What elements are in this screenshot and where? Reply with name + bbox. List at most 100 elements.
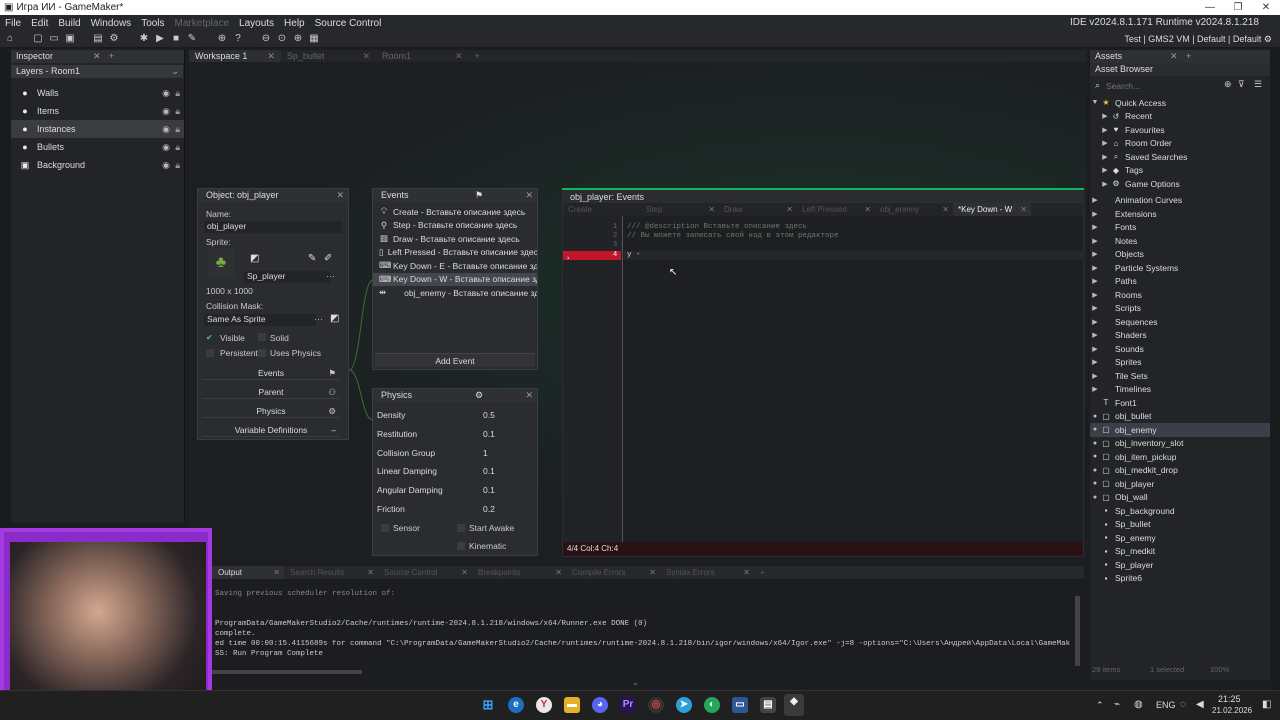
run-icon[interactable]: ▶ bbox=[154, 33, 166, 45]
asset-item-sp_enemy[interactable]: ▪ Sp_enemy bbox=[1090, 531, 1270, 545]
notification-icon[interactable]: ◧ bbox=[1262, 699, 1271, 710]
solid-checkbox[interactable] bbox=[258, 333, 266, 341]
chevron-right-icon[interactable]: ▶ bbox=[1100, 112, 1110, 120]
paint-icon[interactable]: ✐ bbox=[324, 253, 332, 264]
chevron-right-icon[interactable]: ▶ bbox=[1100, 166, 1110, 174]
angular-damping-input[interactable]: 0.1 bbox=[483, 485, 495, 495]
close-button[interactable]: ✕ bbox=[1252, 0, 1280, 15]
collision-mask-select[interactable]: Same As Sprite bbox=[204, 314, 316, 326]
chevron-right-icon[interactable]: ▶ bbox=[1090, 345, 1100, 353]
volume-icon[interactable]: ◀ bbox=[1196, 699, 1204, 710]
asset-group-timelines[interactable]: ▶ Timelines bbox=[1090, 383, 1270, 397]
asset-item-sp_background[interactable]: ▪ Sp_background bbox=[1090, 504, 1270, 518]
zoom-reset-icon[interactable]: ⊙ bbox=[276, 33, 288, 45]
event-collision-obj-enemy[interactable]: ⇹ obj_enemy - Вставьте описание здесь bbox=[373, 286, 537, 300]
quick-game-options[interactable]: ▶ ⚙ Game Options bbox=[1090, 177, 1270, 191]
sensor-checkbox[interactable] bbox=[381, 524, 389, 532]
tab-output[interactable]: Output ✕ bbox=[212, 566, 284, 579]
layer-bullets[interactable]: ● Bullets ◉ 🔒︎ bbox=[11, 138, 184, 156]
more-icon[interactable]: ⋯ bbox=[326, 271, 335, 282]
menu-windows[interactable]: Windows bbox=[86, 18, 137, 29]
asset-group-paths[interactable]: ▶ Paths bbox=[1090, 275, 1270, 289]
app-icon[interactable]: ▭ bbox=[732, 697, 748, 713]
menu-tools[interactable]: Tools bbox=[136, 18, 169, 29]
save-icon[interactable]: ▣ bbox=[64, 33, 76, 45]
chevron-right-icon[interactable]: ▶ bbox=[1090, 196, 1100, 204]
sprite-select[interactable]: Sp_player bbox=[244, 271, 330, 283]
code-tab-left-pressed[interactable]: Left Pressed ✕ bbox=[797, 203, 875, 216]
layer-background[interactable]: ▣ Background ◉ 🔒︎ bbox=[11, 156, 184, 174]
close-icon[interactable]: ✕ bbox=[555, 566, 562, 579]
asset-item-obj_item_pickup[interactable]: ● ▢ obj_item_pickup bbox=[1090, 450, 1270, 464]
events-window-header[interactable]: Events ⚑ ✕ bbox=[373, 189, 537, 202]
object-window-header[interactable]: Object: obj_player ✕ bbox=[198, 189, 348, 202]
chevron-right-icon[interactable]: ▶ bbox=[1090, 210, 1100, 218]
help-icon[interactable]: ? bbox=[232, 33, 244, 45]
close-icon[interactable]: ✕ bbox=[864, 203, 871, 216]
add-tab-icon[interactable]: + bbox=[109, 50, 114, 63]
obs-icon[interactable]: ◎ bbox=[648, 697, 664, 713]
code-line[interactable]: /// @description Вставьте описание здесь bbox=[627, 223, 807, 231]
asset-item-sp_bullet[interactable]: ▪ Sp_bullet bbox=[1090, 518, 1270, 532]
close-icon[interactable]: ✕ bbox=[942, 203, 949, 216]
code-tab-obj-enemy[interactable]: obj_enemy ✕ bbox=[875, 203, 953, 216]
event-draw[interactable]: ▨ Draw - Вставьте описание здесь bbox=[373, 232, 537, 246]
close-icon[interactable]: ✕ bbox=[1020, 203, 1027, 216]
chevron-right-icon[interactable]: ▶ bbox=[1090, 250, 1100, 258]
asset-group-tile-sets[interactable]: ▶ Tile Sets bbox=[1090, 369, 1270, 383]
mask-edit-icon[interactable]: ◩ bbox=[330, 313, 339, 324]
zoom-in-icon[interactable]: ⊕ bbox=[292, 33, 304, 45]
chevron-right-icon[interactable]: ▶ bbox=[1090, 358, 1100, 366]
windows-start-icon[interactable]: ⊞ bbox=[480, 697, 496, 713]
kinematic-checkbox[interactable] bbox=[457, 542, 465, 550]
asset-item-font1[interactable]: T Font1 bbox=[1090, 396, 1270, 410]
layer-instances[interactable]: ● Instances ◉ 🔒︎ bbox=[11, 120, 184, 138]
clean-icon[interactable]: ✎ bbox=[186, 33, 198, 45]
close-icon[interactable]: ✕ bbox=[525, 189, 533, 202]
chevron-right-icon[interactable]: ▶ bbox=[1090, 277, 1100, 285]
asset-item-sp_medkit[interactable]: ▪ Sp_medkit bbox=[1090, 545, 1270, 559]
menu-icon[interactable]: ☰ bbox=[1254, 79, 1262, 90]
zoom-out-icon[interactable]: ⊖ bbox=[260, 33, 272, 45]
tab-source-control[interactable]: Source Control ✕ bbox=[378, 566, 472, 579]
add-event-button[interactable]: Add Event bbox=[375, 353, 535, 367]
tray-app-icon[interactable]: ⌁ bbox=[1114, 699, 1120, 710]
visibility-eye-icon[interactable]: ◉ bbox=[162, 88, 170, 99]
close-icon[interactable]: ✕ bbox=[786, 203, 793, 216]
yandex-browser-icon[interactable]: Y bbox=[536, 697, 552, 713]
linear-damping-input[interactable]: 0.1 bbox=[483, 466, 495, 476]
asset-group-objects[interactable]: ▶ Objects bbox=[1090, 248, 1270, 262]
vertical-scrollbar[interactable] bbox=[1075, 596, 1080, 666]
asset-item-obj_medkit_drop[interactable]: ● ▢ obj_medkit_drop bbox=[1090, 464, 1270, 478]
code-editor-header[interactable]: obj_player: Events bbox=[562, 188, 1084, 202]
asset-item-obj_player[interactable]: ● ▢ obj_player bbox=[1090, 477, 1270, 491]
asset-group-rooms[interactable]: ▶ Rooms bbox=[1090, 288, 1270, 302]
close-icon[interactable]: ✕ bbox=[461, 566, 468, 579]
tab-compile-errors[interactable]: Compile Errors ✕ bbox=[566, 566, 660, 579]
friction-input[interactable]: 0.2 bbox=[483, 504, 495, 514]
filter-icon[interactable]: ⊽ bbox=[1238, 79, 1245, 90]
search-input[interactable] bbox=[1106, 79, 1216, 92]
target-selector[interactable]: Test | GMS2 VM | Default | Default ⚙ bbox=[1124, 34, 1272, 45]
layers-header[interactable]: Layers - Room1 ⌄ bbox=[11, 65, 183, 78]
asset-group-shaders[interactable]: ▶ Shaders bbox=[1090, 329, 1270, 343]
inspector-tab[interactable]: Inspector ✕ + bbox=[11, 50, 184, 63]
event-key-down-e[interactable]: ⌨ Key Down - E - Вставьте описание здесь bbox=[373, 259, 537, 273]
chevron-right-icon[interactable]: ▶ bbox=[1090, 372, 1100, 380]
uses-physics-checkbox[interactable] bbox=[258, 349, 266, 357]
event-key-down-w[interactable]: ⌨Key Down - W - Вставьте описание здесь bbox=[373, 272, 537, 286]
close-icon[interactable]: ✕ bbox=[649, 566, 656, 579]
object-name-input[interactable]: obj_player bbox=[204, 221, 342, 233]
discord-icon[interactable]: ◕ bbox=[592, 697, 608, 713]
parent-button[interactable]: Parent ⚇ bbox=[202, 385, 340, 399]
chevron-right-icon[interactable]: ▶ bbox=[1090, 264, 1100, 272]
asset-item-sprite6[interactable]: ▪ Sprite6 bbox=[1090, 572, 1270, 586]
assets-tab[interactable]: Assets ✕ + bbox=[1090, 50, 1270, 63]
asset-group-fonts[interactable]: ▶ Fonts bbox=[1090, 221, 1270, 235]
sprite-edit-icon[interactable]: ◩ bbox=[250, 253, 259, 264]
chevron-right-icon[interactable]: ▶ bbox=[1090, 331, 1100, 339]
open-project-icon[interactable]: ▭ bbox=[48, 33, 60, 45]
event-step[interactable]: ⚲ Step - Вставьте описание здесь bbox=[373, 219, 537, 233]
app-icon[interactable]: ▤ bbox=[760, 697, 776, 713]
layer-items[interactable]: ● Items ◉ 🔒︎ bbox=[11, 102, 184, 120]
